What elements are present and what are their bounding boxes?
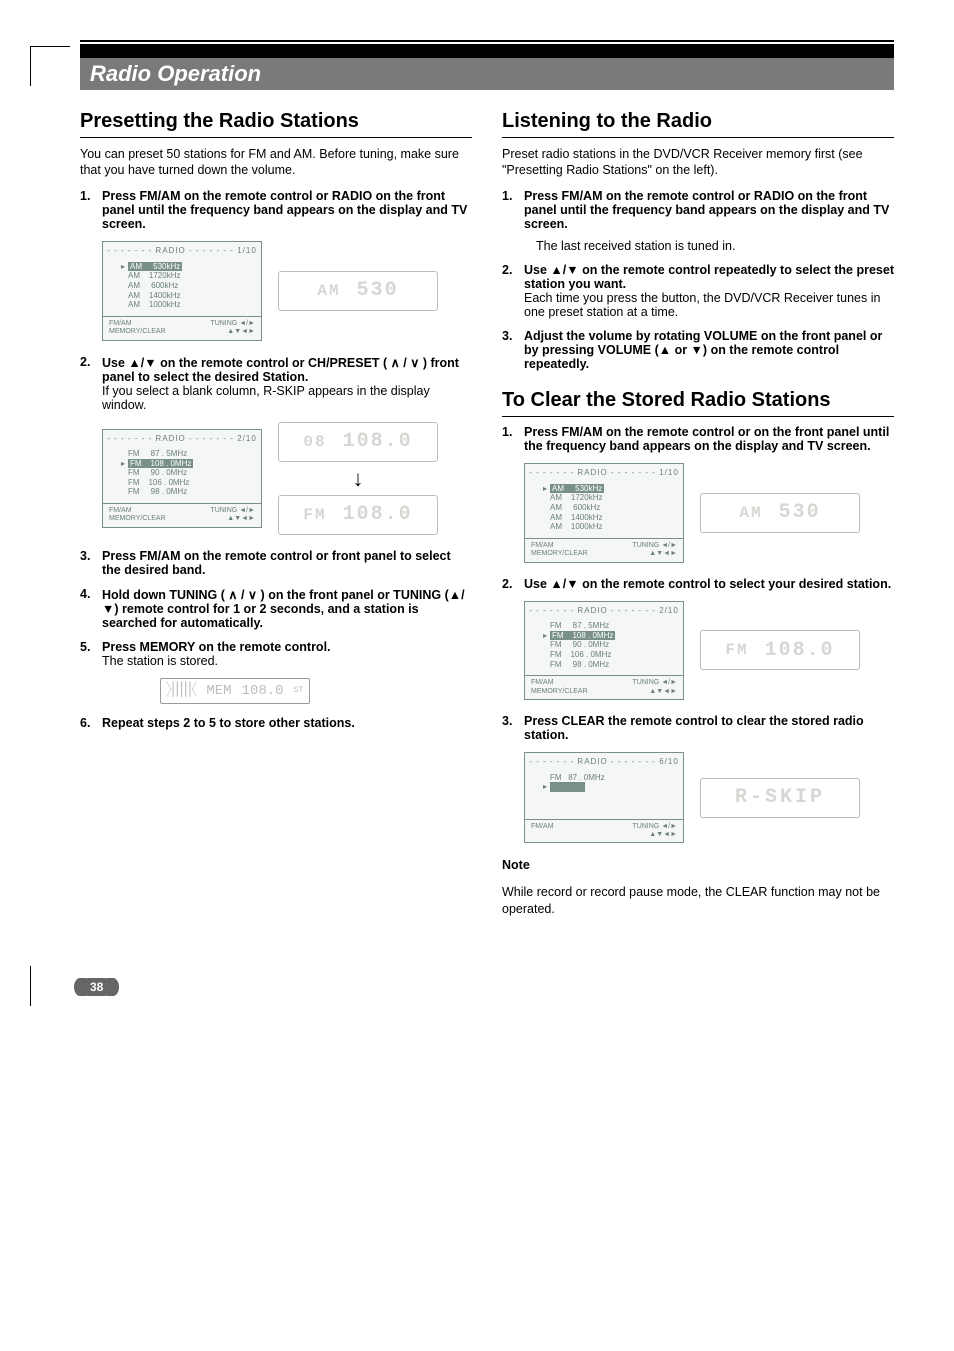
step-text: Hold down TUNING ( ∧ / ∨ ) on the front … bbox=[102, 587, 472, 630]
crop-mark-bottom bbox=[30, 966, 70, 1006]
step-num: 2. bbox=[80, 355, 102, 412]
step-text: Use ▲/▼ on the remote control repeatedly… bbox=[524, 263, 894, 319]
heading-clear: To Clear the Stored Radio Stations bbox=[502, 389, 894, 417]
step-num: 3. bbox=[80, 549, 102, 577]
step-text: Press CLEAR the remote control to clear … bbox=[524, 714, 894, 742]
lcd-display: FM108.0 bbox=[700, 630, 860, 670]
lcd-display: 08108.0 bbox=[278, 422, 438, 462]
lcd-display: FM108.0 bbox=[278, 495, 438, 535]
heading-listen: Listening to the Radio bbox=[502, 110, 894, 138]
intro-text: Preset radio stations in the DVD/VCR Rec… bbox=[502, 146, 894, 180]
rule-thin bbox=[80, 40, 894, 42]
step-num: 1. bbox=[80, 189, 102, 231]
right-column: Listening to the Radio Preset radio stat… bbox=[502, 110, 894, 928]
step-num: 1. bbox=[502, 425, 524, 453]
rule-thick bbox=[80, 44, 894, 58]
step-text: Press FM/AM on the remote control or on … bbox=[524, 425, 894, 453]
step-num: 2. bbox=[502, 577, 524, 591]
step-text: Press FM/AM on the remote control or RAD… bbox=[524, 189, 894, 253]
lcd-memory: ╲┃┃┃┃┃╱╱┃┃┃┃┃╲ MEM 108.0 ST bbox=[160, 678, 310, 704]
step-text: Use ▲/▼ on the remote control or CH/PRES… bbox=[102, 355, 472, 412]
lcd-display: AM530 bbox=[700, 493, 860, 533]
note-heading: Note bbox=[502, 857, 894, 874]
note-text: While record or record pause mode, the C… bbox=[502, 884, 894, 918]
step-num: 2. bbox=[502, 263, 524, 319]
step-num: 3. bbox=[502, 714, 524, 742]
step-num: 1. bbox=[502, 189, 524, 253]
step-num: 4. bbox=[80, 587, 102, 630]
step-text: Press FM/AM on the remote control or fro… bbox=[102, 549, 472, 577]
figure-row: - - - - - - - RADIO - - - - - - - 1/10 ▸… bbox=[102, 241, 472, 340]
lcd-display: R-SKIP bbox=[700, 778, 860, 818]
step-num: 3. bbox=[502, 329, 524, 371]
step-text: Adjust the volume by rotating VOLUME on … bbox=[524, 329, 894, 371]
osd-screen: - - - - - - - RADIO - - - - - - - 1/10 ▸… bbox=[102, 241, 262, 340]
figure-row: - - - - - - - RADIO - - - - - - - 1/10 ▸… bbox=[524, 463, 894, 562]
figure-row: - - - - - - - RADIO - - - - - - - 2/10 F… bbox=[102, 422, 472, 535]
osd-screen: - - - - - - - RADIO - - - - - - - 2/10 F… bbox=[524, 601, 684, 700]
osd-screen: - - - - - - - RADIO - - - - - - - 1/10 ▸… bbox=[524, 463, 684, 562]
section-title: Radio Operation bbox=[80, 58, 894, 90]
step-text: Repeat steps 2 to 5 to store other stati… bbox=[102, 716, 472, 730]
step-num: 5. bbox=[80, 640, 102, 668]
arrow-down-icon: ↓ bbox=[278, 472, 438, 485]
intro-text: You can preset 50 stations for FM and AM… bbox=[80, 146, 472, 180]
step-num: 6. bbox=[80, 716, 102, 730]
osd-screen: - - - - - - - RADIO - - - - - - - 6/10 F… bbox=[524, 752, 684, 843]
figure-row: - - - - - - - RADIO - - - - - - - 6/10 F… bbox=[524, 752, 894, 843]
heading-preset: Presetting the Radio Stations bbox=[80, 110, 472, 138]
step-text: Use ▲/▼ on the remote control to select … bbox=[524, 577, 894, 591]
crop-mark-top bbox=[30, 46, 70, 86]
step-text: Press FM/AM on the remote control or RAD… bbox=[102, 189, 472, 231]
step-text: Press MEMORY on the remote control. The … bbox=[102, 640, 472, 668]
lcd-display: AM530 bbox=[278, 271, 438, 311]
page-number: 38 bbox=[80, 978, 113, 996]
osd-screen: - - - - - - - RADIO - - - - - - - 2/10 F… bbox=[102, 429, 262, 528]
figure-row: - - - - - - - RADIO - - - - - - - 2/10 F… bbox=[524, 601, 894, 700]
left-column: Presetting the Radio Stations You can pr… bbox=[80, 110, 472, 928]
